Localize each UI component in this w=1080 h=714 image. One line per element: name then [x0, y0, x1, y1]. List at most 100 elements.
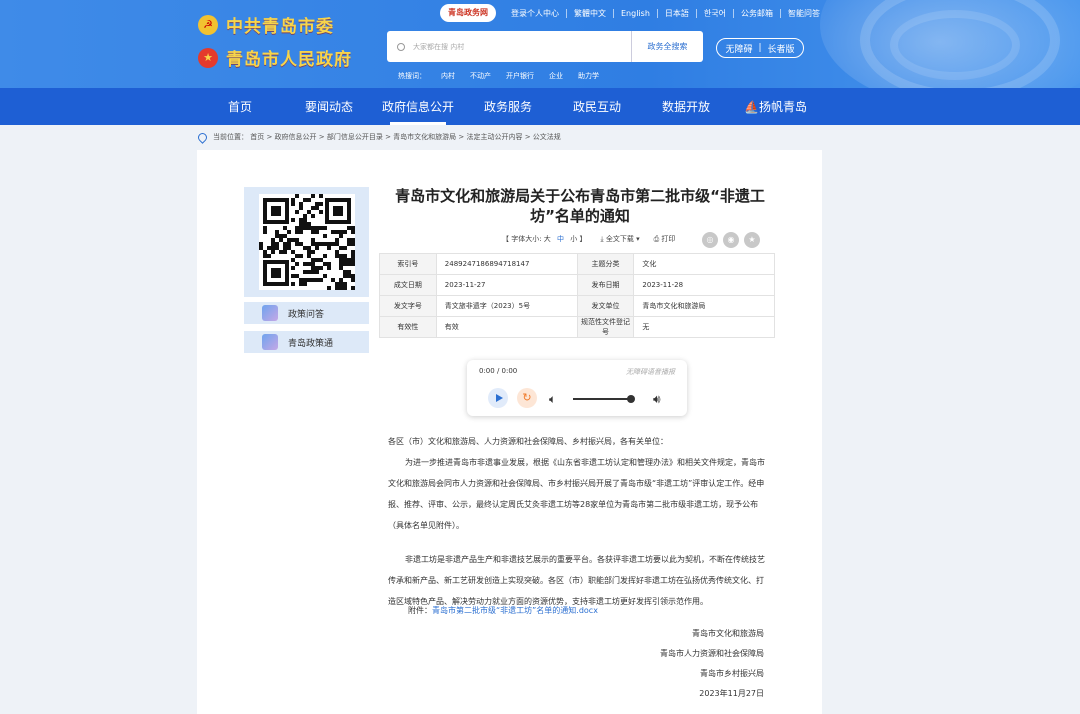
weibo-share-icon[interactable]: ◉ — [723, 232, 739, 248]
nav-data-open[interactable]: 数据开放 — [662, 98, 710, 115]
meta-value: 青文旅非遗字（2023）5号 — [435, 295, 578, 317]
meta-row: 成文日期 2023-11-27 发布日期 2023-11-28 — [379, 274, 775, 296]
search-button[interactable]: 政务全搜索 — [631, 31, 703, 62]
divider: | — [758, 43, 762, 53]
meta-value: 文化 — [633, 253, 775, 275]
meta-value: 有效 — [435, 316, 578, 338]
meta-key: 发文字号 — [379, 295, 437, 317]
volume-slider-handle[interactable] — [627, 395, 635, 403]
paragraph: 为进一步推进青岛市非遗事业发展，根据《山东省非遗工坊认定和管理办法》和相关文件规… — [388, 458, 765, 530]
article-tools: 【 字体大小: 大 中 小 】 ⤓ 全文下载 ▾ ⎙ 打印 — [502, 234, 675, 244]
meta-key: 规范性文件登记号 — [576, 316, 635, 338]
print-button[interactable]: ⎙ 打印 — [654, 234, 676, 244]
top-link-japanese[interactable]: 日本語 — [656, 8, 696, 18]
meta-value: 2489247186894718147 — [435, 253, 578, 275]
audio-time: 0:00 / 0:00 — [479, 367, 518, 375]
attachment: 附件：青岛市第二批市级“非遗工坊”名单的通知.docx — [408, 605, 598, 616]
top-links: 青岛政务网 登录个人中心 繁體中文 English 日本語 한국어 公务邮箱 智… — [440, 4, 827, 22]
brand-government[interactable]: ★ 青岛市人民政府 — [198, 45, 352, 70]
top-link-official-mail[interactable]: 公务邮箱 — [732, 8, 780, 18]
location-pin-icon — [196, 130, 209, 144]
qr-code-image — [258, 194, 355, 290]
top-link-english[interactable]: English — [613, 8, 657, 18]
sidebar-item-policy-qa[interactable]: 政策问答 — [244, 302, 369, 324]
meta-row: 索引号 2489247186894718147 主题分类 文化 — [379, 253, 775, 275]
font-size-control: 【 字体大小: 大 中 小 】 — [502, 234, 587, 244]
party-emblem-icon: ☭ — [198, 14, 218, 35]
policy-qa-icon — [262, 305, 278, 321]
search-input[interactable]: 大家都在搜 内村 — [387, 31, 631, 62]
breadcrumb-text[interactable]: 当前位置： 首页 > 政府信息公开 > 部门信息公开目录 > 青岛市文化和旅游局… — [213, 132, 561, 142]
sail-icon: ⛵ — [744, 100, 759, 114]
top-link-smart-qa[interactable]: 智能问答 — [779, 8, 827, 18]
nav-gov-info[interactable]: 政府信息公开 — [382, 98, 454, 125]
signature-culture-bureau: 青岛市文化和旅游局 — [692, 629, 764, 638]
sidebar-item-policy-pass[interactable]: 青岛政策通 — [244, 331, 369, 353]
font-size-large[interactable]: 【 字体大小: 大 — [502, 235, 551, 243]
hot-word[interactable]: 内村 — [441, 71, 455, 81]
accessibility-button[interactable]: 无障碍 — [725, 42, 752, 55]
font-size-medium[interactable]: 中 — [557, 235, 564, 243]
download-label: 全文下载 ▾ — [605, 235, 640, 243]
sidebar-item-label: 政策问答 — [288, 309, 325, 320]
wechat-share-icon[interactable]: ◎ — [702, 232, 718, 248]
nav-news[interactable]: 要闻动态 — [305, 98, 353, 115]
meta-key: 主题分类 — [576, 253, 635, 275]
article-title: 青岛市文化和旅游局关于公布青岛市第二批市级“非遗工坊”名单的通知 — [395, 187, 765, 225]
search-placeholder: 大家都在搜 内村 — [413, 42, 465, 51]
meta-key: 发布日期 — [576, 274, 635, 296]
site-logo[interactable]: 青岛政务网 — [440, 4, 496, 22]
site-search: 大家都在搜 内村 政务全搜索 — [387, 31, 703, 62]
attachment-label: 附件： — [408, 606, 432, 615]
volume-slider[interactable] — [573, 398, 631, 400]
meta-value: 青岛市文化和旅游局 — [633, 295, 775, 317]
download-button[interactable]: ⤓ 全文下载 ▾ — [601, 234, 640, 244]
policy-pass-icon — [262, 334, 278, 350]
favorite-icon[interactable]: ★ — [744, 232, 760, 248]
replay-icon[interactable]: ↻ — [517, 388, 537, 408]
brand-party-committee[interactable]: ☭ 中共青岛市委 — [198, 12, 334, 37]
header-decoration-ring-inner — [890, 10, 1020, 80]
hot-word[interactable]: 助力学 — [578, 71, 599, 81]
font-size-small[interactable]: 小 】 — [570, 235, 586, 243]
hot-search: 热搜词： 内村 不动产 开户银行 企业 助力学 — [398, 71, 614, 81]
nav-gov-services[interactable]: 政务服务 — [484, 98, 532, 115]
document-meta-table: 索引号 2489247186894718147 主题分类 文化 成文日期 2023-11-… — [379, 253, 775, 338]
brand-party-committee-label: 中共青岛市委 — [226, 17, 334, 37]
print-label: 打印 — [661, 235, 676, 243]
volume-icon[interactable]: 🔊︎ — [653, 392, 661, 407]
attachment-link[interactable]: 青岛市第二批市级“非遗工坊”名单的通知.docx — [432, 606, 598, 615]
sidebar-item-label: 青岛政策通 — [288, 338, 334, 349]
nav-sail-qingdao-label: 扬帆青岛 — [758, 100, 807, 114]
audio-brand: 无障碍语音播报 — [626, 368, 675, 376]
nav-sail-qingdao[interactable]: ⛵扬帆青岛 — [744, 98, 807, 115]
share-buttons: ◎ ◉ ★ — [702, 232, 760, 248]
meta-row: 发文字号 青文旅非遗字（2023）5号 发文单位 青岛市文化和旅游局 — [379, 295, 775, 317]
meta-key: 索引号 — [379, 253, 437, 275]
top-link-user-center[interactable]: 登录个人中心 — [504, 9, 566, 18]
hot-word[interactable]: 不动产 — [470, 71, 491, 81]
signature-hr-bureau: 青岛市人力资源和社会保障局 — [660, 649, 764, 658]
audio-player: 0:00 / 0:00 无障碍语音播报 ↻ 🔈︎ 🔊︎ — [467, 360, 687, 416]
meta-key: 有效性 — [379, 316, 437, 338]
hot-search-label: 热搜词： — [398, 72, 426, 80]
nav-home[interactable]: 首页 — [228, 98, 252, 115]
paragraph: 非遗工坊是非遗产品生产和非遗技艺展示的重要平台。各获评非遗工坊要以此为契机，不断… — [388, 555, 765, 606]
nav-interaction[interactable]: 政民互动 — [573, 98, 621, 115]
meta-key: 成文日期 — [379, 274, 437, 296]
play-icon[interactable] — [488, 388, 508, 408]
article-body: 各区（市）文化和旅游局、人力资源和社会保障局、乡村振兴局，各有关单位： 为进一步… — [388, 431, 768, 612]
meta-value: 2023-11-27 — [435, 274, 578, 296]
top-link-traditional-chinese[interactable]: 繁體中文 — [566, 8, 613, 18]
site-header: ☭ 中共青岛市委 ★ 青岛市人民政府 青岛政务网 登录个人中心 繁體中文 Eng… — [0, 0, 1080, 88]
brand-government-label: 青岛市人民政府 — [226, 50, 352, 70]
qr-code-card — [244, 187, 369, 297]
elder-mode-button[interactable]: 长者版 — [768, 42, 795, 55]
hot-word[interactable]: 开户银行 — [506, 71, 534, 81]
meta-value: 2023-11-28 — [633, 274, 775, 296]
mute-icon[interactable]: 🔈︎ — [549, 392, 556, 407]
search-icon — [397, 42, 405, 51]
salutation: 各区（市）文化和旅游局、人力资源和社会保障局、乡村振兴局，各有关单位： — [388, 437, 668, 446]
hot-word[interactable]: 企业 — [549, 71, 563, 81]
top-link-korean[interactable]: 한국어 — [695, 8, 733, 18]
